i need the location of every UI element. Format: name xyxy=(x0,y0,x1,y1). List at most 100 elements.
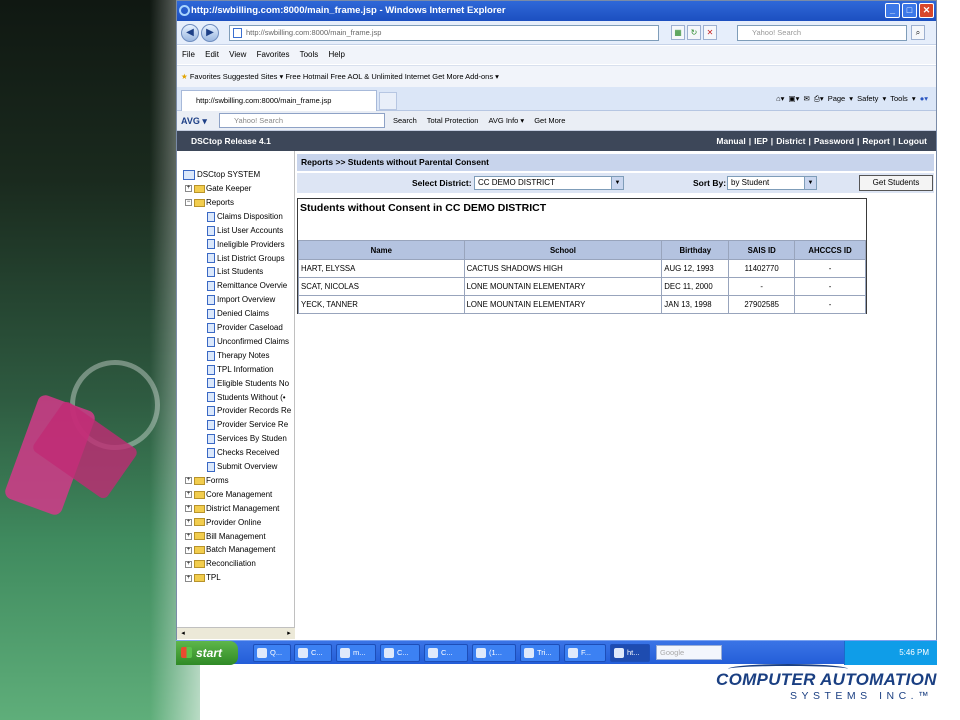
avg-item[interactable]: Search xyxy=(393,116,417,125)
taskbar-button[interactable]: C... xyxy=(380,644,420,662)
avg-logo[interactable]: AVG ▾ xyxy=(181,114,207,128)
help-icon[interactable]: ●▾ xyxy=(920,94,928,103)
tree-item[interactable]: Ineligible Providers xyxy=(207,238,285,251)
home-icon[interactable]: ⌂▾ xyxy=(776,94,784,103)
menu-item-favorites[interactable]: Favorites xyxy=(257,50,290,59)
table-row[interactable]: SCAT, NICOLAS LONE MOUNTAIN ELEMENTARY DEC… xyxy=(298,277,866,296)
command-2[interactable]: Safety ▾ xyxy=(857,94,886,103)
back-button[interactable]: ◀ xyxy=(181,24,199,42)
tree-item[interactable]: Claims Disposition xyxy=(207,210,283,223)
tree-item[interactable]: Therapy Notes xyxy=(207,349,269,362)
taskbar-button[interactable]: C... xyxy=(424,644,468,662)
avg-item[interactable]: AVG Info ▾ xyxy=(488,116,524,125)
expand-icon[interactable]: + xyxy=(185,560,192,568)
expand-icon[interactable]: + xyxy=(185,505,192,513)
expand-icon[interactable]: + xyxy=(185,546,192,554)
app-link-district[interactable]: District xyxy=(773,136,808,146)
address-field[interactable]: http://swbilling.com:8000/main_frame.jsp xyxy=(229,25,659,41)
expand-icon[interactable]: + xyxy=(185,574,192,582)
tree-item[interactable]: Services By Studen xyxy=(207,432,287,445)
refresh-icon[interactable]: ↻ xyxy=(687,25,701,40)
tree-item[interactable]: + Core Management xyxy=(185,488,272,501)
tree-item[interactable]: TPL Information xyxy=(207,363,274,376)
avg-search-input[interactable]: Yahoo! Search xyxy=(219,113,385,128)
menu-item-file[interactable]: File xyxy=(182,50,195,59)
app-link-logout[interactable]: Logout xyxy=(895,136,930,146)
taskbar-button[interactable]: C... xyxy=(294,644,332,662)
favorites-link[interactable]: Free AOL & Unlimited Internet xyxy=(330,72,430,81)
app-link-report[interactable]: Report xyxy=(859,136,892,146)
favorites-link[interactable]: Get More Add-ons ▾ xyxy=(432,72,499,81)
tree-item[interactable]: Checks Received xyxy=(207,446,279,459)
tree-item[interactable]: Submit Overview xyxy=(207,460,277,473)
tree-item[interactable]: Provider Service Re xyxy=(207,418,288,431)
maximize-button[interactable]: □ xyxy=(902,3,917,18)
tree-item[interactable]: Students Without (• xyxy=(207,391,286,404)
table-row[interactable]: HART, ELYSSA CACTUS SHADOWS HIGH AUG 12, 1… xyxy=(298,259,866,278)
menu-item-tools[interactable]: Tools xyxy=(300,50,319,59)
taskbar-button[interactable]: Tri... xyxy=(520,644,560,662)
search-icon[interactable]: ⌕ xyxy=(911,25,925,40)
mail-icon[interactable]: ✉ xyxy=(803,94,809,103)
tree-scrollbar[interactable]: ◂ ▸ xyxy=(177,627,295,639)
tree-item[interactable]: Denied Claims xyxy=(207,307,269,320)
tree-item[interactable]: + Batch Management xyxy=(185,543,275,556)
minimize-button[interactable]: _ xyxy=(885,3,900,18)
sort-select[interactable]: by Student ▼ xyxy=(727,176,817,190)
menu-item-help[interactable]: Help xyxy=(329,50,345,59)
avg-item[interactable]: Get More xyxy=(534,116,565,125)
tree-item[interactable]: List User Accounts xyxy=(207,224,283,237)
tree-item[interactable]: + Provider Online xyxy=(185,516,261,529)
tree-root[interactable]: DSCtop SYSTEM xyxy=(183,168,260,181)
tree-item[interactable]: + District Management xyxy=(185,502,279,515)
district-select[interactable]: CC DEMO DISTRICT ▼ xyxy=(474,176,624,190)
tree-item[interactable]: + Forms xyxy=(185,474,229,487)
command-3[interactable]: Tools ▾ xyxy=(890,94,915,103)
expand-icon[interactable]: + xyxy=(185,477,192,485)
browser-tab[interactable]: http://swbilling.com:8000/main_frame.jsp xyxy=(181,90,377,111)
search-input[interactable]: Yahoo! Search xyxy=(737,25,907,41)
command-1[interactable]: Page ▾ xyxy=(828,94,853,103)
feeds-icon[interactable]: ▣▾ xyxy=(789,94,800,103)
start-button[interactable]: start xyxy=(176,641,238,665)
expand-icon[interactable]: + xyxy=(185,185,192,193)
get-students-button[interactable]: Get Students xyxy=(859,175,933,191)
forward-button[interactable]: ▶ xyxy=(201,24,219,42)
taskbar-button[interactable]: Q... xyxy=(253,644,291,662)
tree-item[interactable]: List District Groups xyxy=(207,252,285,265)
collapse-icon[interactable]: − xyxy=(185,199,192,207)
tree-item[interactable]: Provider Caseload xyxy=(207,321,283,334)
tree-item[interactable]: Unconfirmed Claims xyxy=(207,335,289,348)
table-row[interactable]: YECK, TANNER LONE MOUNTAIN ELEMENTARY JAN … xyxy=(298,295,866,314)
taskbar-button[interactable]: F... xyxy=(564,644,606,662)
taskbar-button[interactable]: m... xyxy=(336,644,376,662)
tree-item[interactable]: Provider Records Re xyxy=(207,404,291,417)
close-button[interactable]: ✕ xyxy=(919,3,934,18)
avg-item[interactable]: Total Protection xyxy=(427,116,479,125)
tree-item[interactable]: Import Overview xyxy=(207,293,275,306)
expand-icon[interactable]: + xyxy=(185,532,192,540)
tree-item[interactable]: − Reports xyxy=(185,196,234,209)
expand-icon[interactable]: + xyxy=(185,491,192,499)
taskbar-button[interactable]: ht... xyxy=(610,644,650,662)
google-search-input[interactable]: Google xyxy=(656,645,722,660)
favorites-button[interactable]: Favorites xyxy=(190,72,221,81)
tree-item[interactable]: + TPL xyxy=(185,571,221,584)
menu-item-view[interactable]: View xyxy=(229,50,246,59)
app-link-manual[interactable]: Manual xyxy=(713,136,748,146)
tree-item[interactable]: + Bill Management xyxy=(185,530,266,543)
tree-item[interactable]: Eligible Students No xyxy=(207,377,289,390)
tree-item[interactable]: Remittance Overvie xyxy=(207,279,287,292)
taskbar-button[interactable]: (1... xyxy=(472,644,516,662)
app-link-password[interactable]: Password xyxy=(811,136,857,146)
expand-icon[interactable]: + xyxy=(185,518,192,526)
new-tab-button[interactable] xyxy=(379,92,397,110)
tree-item[interactable]: + Reconciliation xyxy=(185,557,256,570)
tree-item[interactable]: + Gate Keeper xyxy=(185,182,251,195)
print-icon[interactable]: ⎙▾ xyxy=(814,94,824,103)
app-link-iep[interactable]: IEP xyxy=(751,136,771,146)
favorites-link[interactable]: Suggested Sites ▾ xyxy=(223,72,283,81)
compat-view-icon[interactable]: ▦ xyxy=(671,25,685,40)
favorites-link[interactable]: Free Hotmail xyxy=(285,72,328,81)
tree-item[interactable]: List Students xyxy=(207,265,263,278)
